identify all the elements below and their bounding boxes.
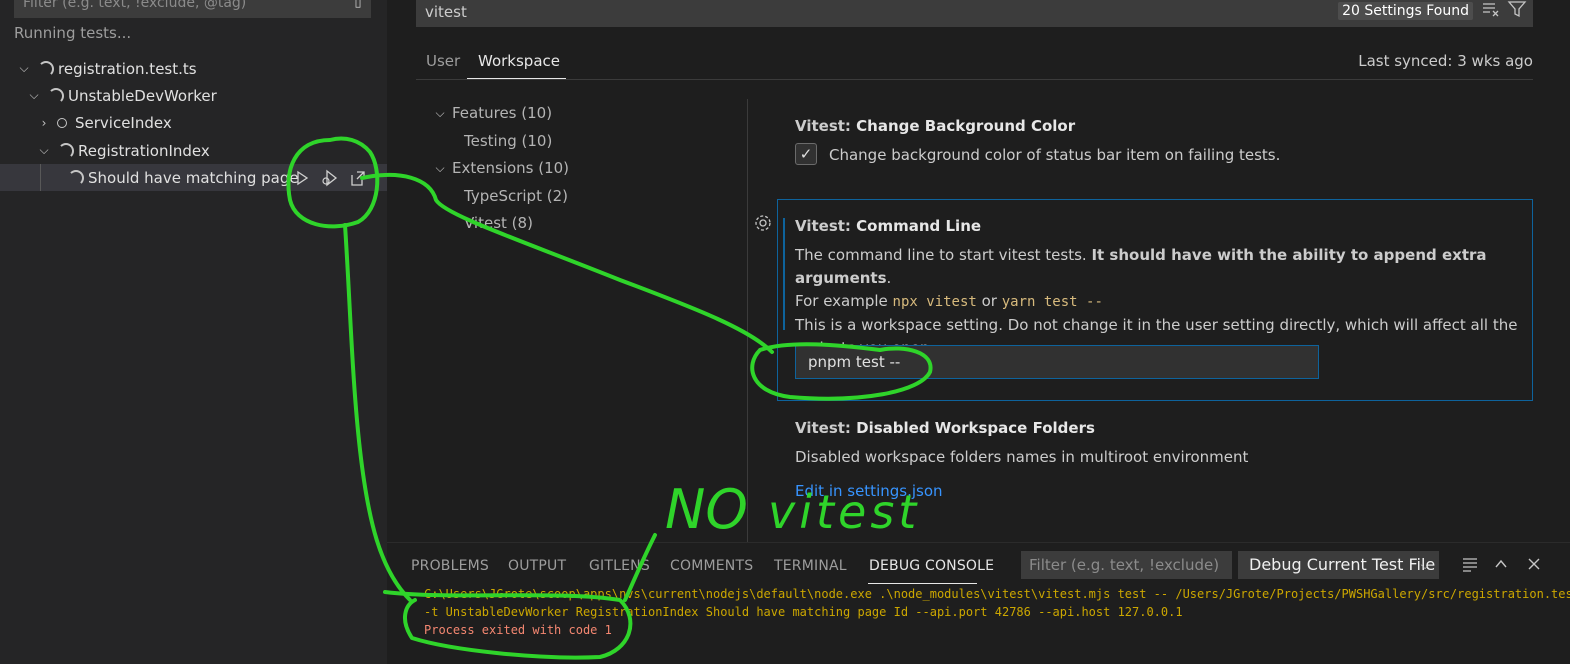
test-filter-input[interactable]: Filter (e.g. text, !exclude, @tag) ▯: [14, 0, 371, 18]
gear-icon[interactable]: [753, 213, 773, 233]
row-actions: [292, 164, 368, 191]
clear-filter-icon[interactable]: [1481, 0, 1501, 19]
change-background-checkbox[interactable]: ✓: [795, 143, 817, 165]
console-line: Process exited with code 1: [424, 623, 612, 637]
edit-in-settings-json-link[interactable]: Edit in settings.json: [795, 482, 943, 500]
annotation-text-no: NO: [665, 478, 748, 541]
chevron-down-icon[interactable]: ⌵: [36, 143, 52, 159]
test-filter-placeholder: Filter (e.g. text, !exclude, @tag): [23, 0, 247, 11]
toc-item-features[interactable]: ⌵ Features (10): [432, 104, 552, 122]
test-tree-item[interactable]: ⌵ UnstableDevWorker: [0, 82, 387, 109]
indent-guide: [40, 164, 41, 191]
checkbox-label: Change background color of status bar it…: [829, 146, 1281, 164]
console-filter-input[interactable]: Filter (e.g. text, !exclude): [1021, 551, 1232, 579]
debug-config-select[interactable]: Debug Current Test File ⌵: [1238, 551, 1439, 579]
last-synced-status: Last synced: 3 wks ago: [1358, 52, 1533, 70]
search-query: vitest: [425, 3, 467, 21]
test-tree-item[interactable]: ⌵ RegistrationIndex: [0, 137, 387, 164]
setting-title: Vitest: Command Line: [795, 217, 981, 235]
filter-icon[interactable]: [1507, 0, 1527, 19]
test-tree-item-selected[interactable]: Should have matching page: [0, 164, 387, 191]
chevron-down-icon[interactable]: ⌵: [16, 61, 32, 77]
toc-label: Extensions (10): [452, 159, 570, 177]
spinner-icon: [38, 60, 54, 77]
setting-category: Vitest:: [795, 217, 857, 235]
chevron-down-icon: ⌵: [1420, 558, 1430, 572]
debug-config-label: Debug Current Test File: [1249, 555, 1436, 574]
console-line: -t UnstableDevWorker RegistrationIndex S…: [424, 605, 1183, 619]
test-explorer: Filter (e.g. text, !exclude, @tag) ▯ Run…: [0, 0, 387, 664]
run-test-icon[interactable]: [292, 168, 312, 188]
debug-test-icon[interactable]: [320, 168, 340, 188]
chevron-right-icon[interactable]: ›: [36, 115, 52, 131]
toc-label: Vitest (8): [464, 214, 533, 232]
clear-console-icon[interactable]: [1460, 554, 1480, 574]
example-code: yarn test --: [1001, 294, 1103, 310]
example-code: npx vitest: [892, 294, 977, 310]
toc-item-vitest[interactable]: Vitest (8): [464, 214, 533, 232]
toc-label: TypeScript (2): [464, 187, 568, 205]
setting-category: Vitest:: [795, 419, 857, 437]
tab-workspace[interactable]: Workspace: [478, 52, 560, 70]
spinner-icon: [58, 142, 74, 159]
test-tree-item[interactable]: ⌵ registration.test.ts: [0, 55, 387, 82]
go-to-test-icon[interactable]: [348, 168, 368, 188]
not-run-icon: [57, 117, 67, 128]
tab-comments[interactable]: COMMENTS: [670, 558, 753, 574]
toc-label: Testing (10): [464, 132, 553, 150]
settings-search-input[interactable]: vitest 20 Settings Found: [416, 0, 1533, 27]
filter-icon[interactable]: ▯: [350, 0, 366, 15]
active-tab-indicator: [868, 583, 977, 584]
bottom-panel: PROBLEMS OUTPUT GITLENS COMMENTS TERMINA…: [387, 542, 1570, 664]
test-tree-label: UnstableDevWorker: [68, 86, 217, 105]
maximize-panel-icon[interactable]: [1491, 554, 1511, 574]
toc-label: Features (10): [452, 104, 553, 122]
console-line: C:\Users\JGrote\scoop\apps\nvs\current\n…: [424, 587, 1570, 601]
toc-divider: [747, 99, 748, 542]
example-or: or: [976, 292, 1002, 310]
test-tree-label: ServiceIndex: [75, 113, 172, 132]
chevron-down-icon[interactable]: ⌵: [26, 88, 42, 104]
modified-indicator: [783, 218, 785, 330]
desc-end: .: [886, 269, 892, 287]
toc-item-testing[interactable]: Testing (10): [464, 132, 552, 150]
tab-gitlens[interactable]: GITLENS: [589, 558, 650, 574]
tab-user[interactable]: User: [426, 52, 460, 70]
spinner-icon: [48, 87, 64, 104]
example-prefix: For example: [795, 292, 893, 310]
test-status: Running tests...: [14, 24, 132, 42]
setting-description: Disabled workspace folders names in mult…: [795, 448, 1249, 466]
command-line-input[interactable]: pnpm test --: [795, 345, 1319, 379]
setting-name: Disabled Workspace Folders: [856, 419, 1095, 437]
test-tree-item[interactable]: › ServiceIndex: [0, 109, 387, 136]
close-icon[interactable]: [1524, 554, 1544, 574]
chevron-down-icon: ⌵: [435, 160, 445, 175]
tab-output[interactable]: OUTPUT: [508, 558, 566, 574]
setting-category: Vitest:: [795, 117, 857, 135]
setting-description: The command line to start vitest tests. …: [795, 244, 1525, 360]
setting-title: Vitest: Disabled Workspace Folders: [795, 419, 1095, 437]
tab-terminal[interactable]: TERMINAL: [774, 558, 847, 574]
spinner-icon: [68, 169, 84, 186]
desc-plain: The command line to start vitest tests.: [795, 246, 1092, 264]
tab-debug-console[interactable]: DEBUG CONSOLE: [869, 558, 994, 574]
setting-name: Change Background Color: [856, 117, 1076, 135]
toc-item-typescript[interactable]: TypeScript (2): [464, 187, 568, 205]
setting-title: Vitest: Change Background Color: [795, 117, 1075, 135]
setting-name: Command Line: [856, 217, 982, 235]
chevron-down-icon: ⌵: [435, 105, 445, 120]
tab-problems[interactable]: PROBLEMS: [411, 558, 489, 574]
divider: [416, 79, 1533, 80]
test-tree-label: RegistrationIndex: [78, 141, 210, 160]
test-tree-label: Should have matching page: [88, 168, 299, 187]
test-tree-label: registration.test.ts: [58, 59, 197, 78]
toc-item-extensions[interactable]: ⌵ Extensions (10): [432, 159, 569, 177]
settings-found-badge: 20 Settings Found: [1338, 2, 1473, 20]
